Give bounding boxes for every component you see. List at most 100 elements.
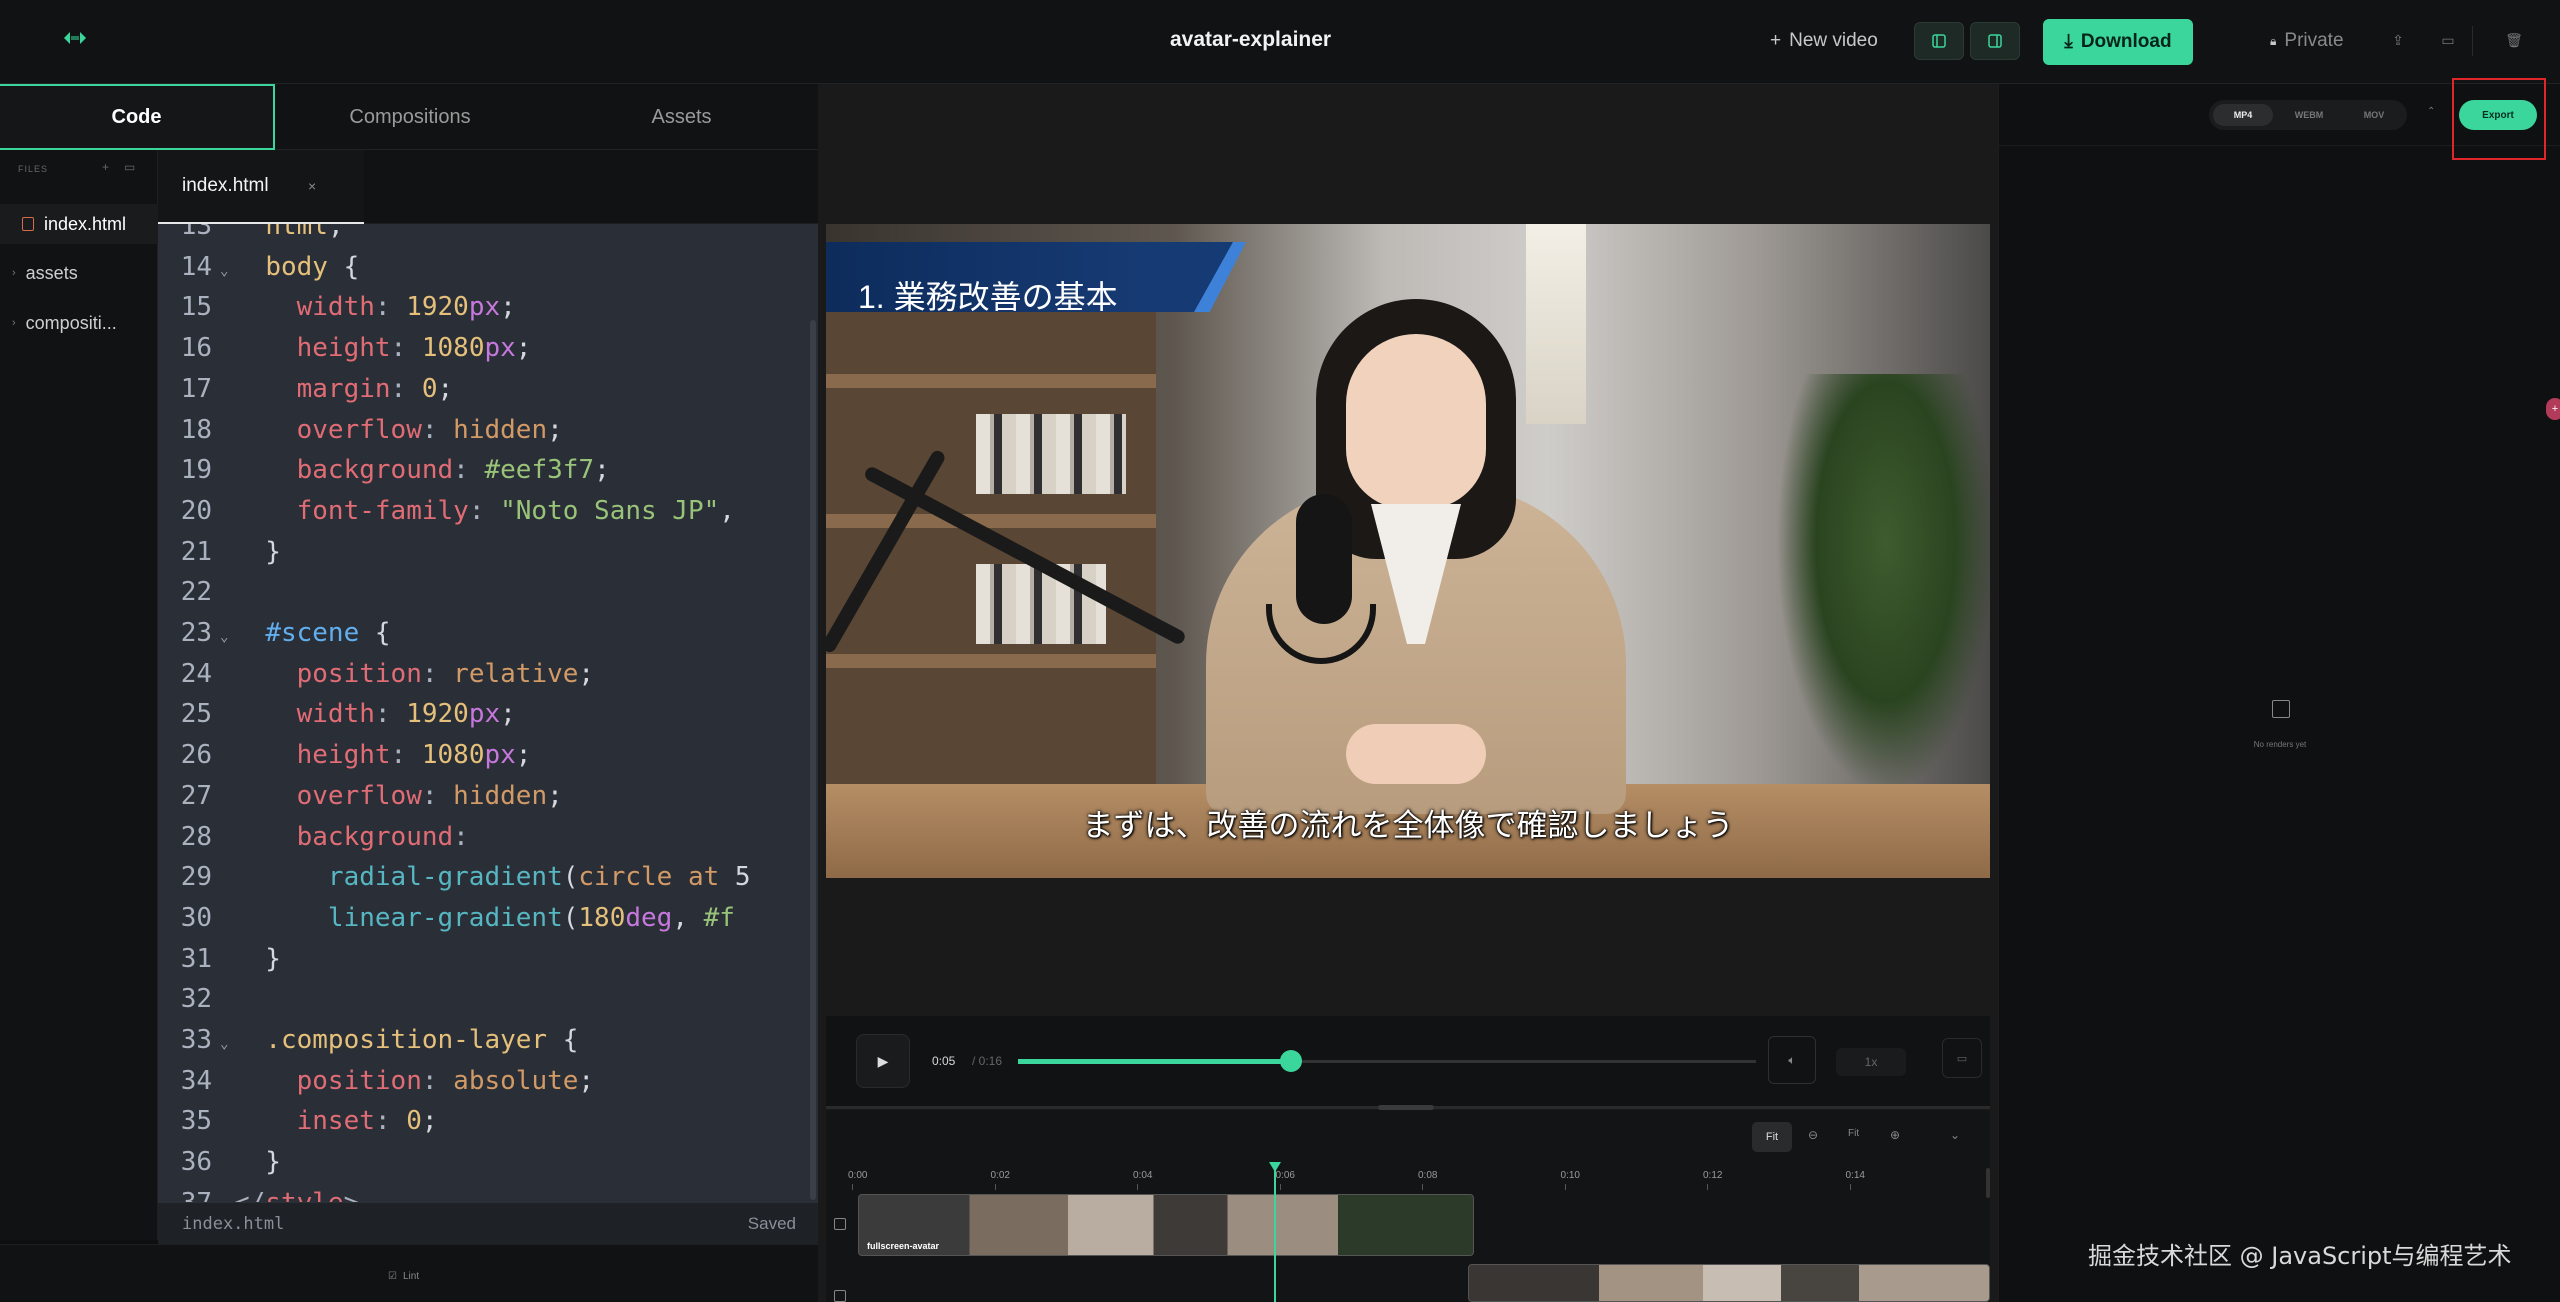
code-line[interactable]: 34 position: absolute; — [158, 1061, 818, 1101]
code-line[interactable]: 37 </style> — [158, 1183, 818, 1202]
file-item-index-html[interactable]: index.html — [0, 204, 158, 244]
download-button[interactable]: ⤓ Download — [2043, 19, 2193, 65]
code-line[interactable]: 17 margin: 0; — [158, 369, 818, 409]
close-icon[interactable]: × — [308, 178, 316, 194]
code-line[interactable]: 25 width: 1920px; — [158, 694, 818, 734]
code-text: radial-gradient(circle at 5 — [327, 862, 751, 893]
format-mov[interactable]: MOV — [2345, 104, 2403, 126]
chevron-down-icon[interactable]: ⌄ — [1950, 1128, 1960, 1142]
video-track-icon — [834, 1290, 846, 1302]
toggle-right-panel-button[interactable] — [1970, 22, 2020, 60]
code-line[interactable]: 16 height: 1080px; — [158, 328, 818, 368]
toggle-left-panel-button[interactable] — [1914, 22, 1964, 60]
code-line[interactable]: 26 height: 1080px; — [158, 735, 818, 775]
code-line[interactable]: 31 } — [158, 939, 818, 979]
status-file-name: index.html — [182, 1214, 285, 1234]
code-text: position: relative; — [296, 658, 595, 689]
folder-name: compositi... — [25, 312, 117, 333]
line-number: 30 — [180, 902, 212, 933]
chevron-up-icon[interactable]: ⌃ — [2427, 106, 2435, 117]
embed-icon[interactable]: ▭ — [2436, 28, 2460, 52]
timeline-fit-button[interactable]: Fit — [1752, 1122, 1792, 1152]
scrub-handle[interactable] — [1280, 1050, 1303, 1072]
privacy-button[interactable]: 🔒︎ Private — [2270, 22, 2344, 60]
timeline-ruler[interactable]: 0:00 0:02 0:04 0:06 0:08 0:10 0:12 0:14 — [848, 1170, 1990, 1190]
code-text: linear-gradient(180deg, #f — [327, 902, 735, 933]
code-text: width: 1920px; — [296, 699, 516, 730]
tick-mark — [1422, 1184, 1423, 1190]
lint-label: Lint — [402, 1271, 420, 1282]
lock-icon: 🔒︎ — [2270, 33, 2277, 48]
share-icon[interactable]: ⇪ — [2386, 28, 2410, 52]
new-folder-icon[interactable]: ▭ — [124, 160, 135, 174]
fold-chevron-icon[interactable]: ⌄ — [220, 251, 228, 291]
timeline-clip[interactable]: fullscreen-avatar — [858, 1194, 1474, 1256]
zoom-in-icon[interactable]: ⊕ — [1890, 1128, 1900, 1142]
fold-chevron-icon[interactable]: ⌄ — [220, 617, 228, 657]
file-name: index.html — [44, 213, 127, 234]
clip-label: fullscreen-avatar — [867, 1241, 940, 1251]
editor-tab-index-html[interactable]: index.html × — [158, 150, 364, 224]
code-line[interactable]: 15 width: 1920px; — [158, 287, 818, 327]
trash-icon[interactable]: 🗑︎ — [2502, 28, 2526, 52]
tab-code[interactable]: Code — [0, 84, 275, 150]
folder-item-compositions[interactable]: › compositi... — [0, 303, 158, 343]
code-line[interactable]: 27 overflow: hidden; — [158, 776, 818, 816]
tab-compositions[interactable]: Compositions — [275, 84, 545, 150]
code-line[interactable]: 32 — [158, 979, 818, 1019]
new-video-button[interactable]: + New video — [1770, 22, 1878, 60]
line-number: 24 — [180, 658, 212, 689]
logo-icon[interactable] — [62, 30, 88, 46]
timeline-fit-toggle[interactable]: Fit — [1848, 1128, 1859, 1139]
fullscreen-button[interactable]: ▭ — [1942, 1038, 1982, 1078]
line-number: 26 — [180, 740, 212, 771]
code-line[interactable]: 22 — [158, 572, 818, 612]
play-button[interactable]: ▶ — [856, 1034, 910, 1088]
tick-mark — [1707, 1184, 1708, 1190]
plus-badge-icon[interactable]: + — [2546, 398, 2560, 420]
fold-chevron-icon[interactable]: ⌄ — [220, 1024, 228, 1064]
plus-icon: + — [1770, 30, 1782, 51]
code-line[interactable]: 21 } — [158, 532, 818, 572]
playhead[interactable] — [1274, 1166, 1276, 1302]
code-line[interactable]: 18 overflow: hidden; — [158, 410, 818, 450]
code-line[interactable]: 14 ⌄ body { — [158, 247, 818, 287]
timeline-clip[interactable] — [1468, 1264, 1990, 1302]
code-line[interactable]: 13 html, — [158, 224, 818, 246]
code-text: #scene { — [265, 618, 391, 648]
code-text: } — [234, 1147, 281, 1178]
code-line[interactable]: 19 background: #eef3f7; — [158, 450, 818, 490]
volume-button[interactable]: 🔈︎ — [1768, 1036, 1816, 1084]
code-line[interactable]: 23 ⌄ #scene { — [158, 613, 818, 653]
line-number: 14 — [180, 251, 212, 282]
code-text: html, — [265, 224, 344, 241]
timeline-scrollbar[interactable] — [1986, 1168, 1990, 1198]
code-line[interactable]: 36 } — [158, 1142, 818, 1182]
tick-label: 0:02 — [990, 1170, 1010, 1181]
video-preview[interactable]: 1. 業務改善の基本 まずは、改善の流れを全体像で確認しましょう — [826, 224, 1990, 878]
line-number: 23 — [180, 618, 212, 648]
code-line[interactable]: 29 radial-gradient(circle at 5 — [158, 857, 818, 897]
format-webm[interactable]: WEBM — [2279, 104, 2339, 126]
code-line[interactable]: 35 inset: 0; — [158, 1101, 818, 1141]
zoom-out-icon[interactable]: ⊖ — [1808, 1128, 1818, 1142]
line-number: 37 — [158, 1183, 212, 1202]
code-line[interactable]: 30 linear-gradient(180deg, #f — [158, 898, 818, 938]
line-number: 16 — [180, 333, 212, 364]
editor-scrollbar[interactable] — [810, 320, 816, 1200]
lint-button[interactable]: ☑ Lint — [388, 1271, 419, 1282]
code-text: inset: 0; — [296, 1106, 438, 1137]
folder-item-assets[interactable]: › assets — [0, 253, 158, 293]
code-line[interactable]: 28 background: — [158, 817, 818, 857]
speed-button[interactable]: 1x — [1836, 1048, 1906, 1076]
code-editor[interactable]: 13 html, 14 ⌄ body {15 width: 1920px; 16 he… — [158, 224, 818, 1202]
code-line[interactable]: 24 position: relative; — [158, 654, 818, 694]
tab-assets[interactable]: Assets — [545, 84, 818, 150]
line-number: 13 — [180, 224, 212, 241]
code-line[interactable]: 20 font-family: "Noto Sans JP", — [158, 491, 818, 531]
format-mp4[interactable]: MP4 — [2213, 104, 2273, 126]
code-text: height: 1080px; — [296, 333, 532, 364]
chevron-right-icon: › — [12, 267, 16, 279]
code-line[interactable]: 33 ⌄ .composition-layer { — [158, 1020, 818, 1060]
new-file-icon[interactable]: + — [102, 160, 109, 174]
